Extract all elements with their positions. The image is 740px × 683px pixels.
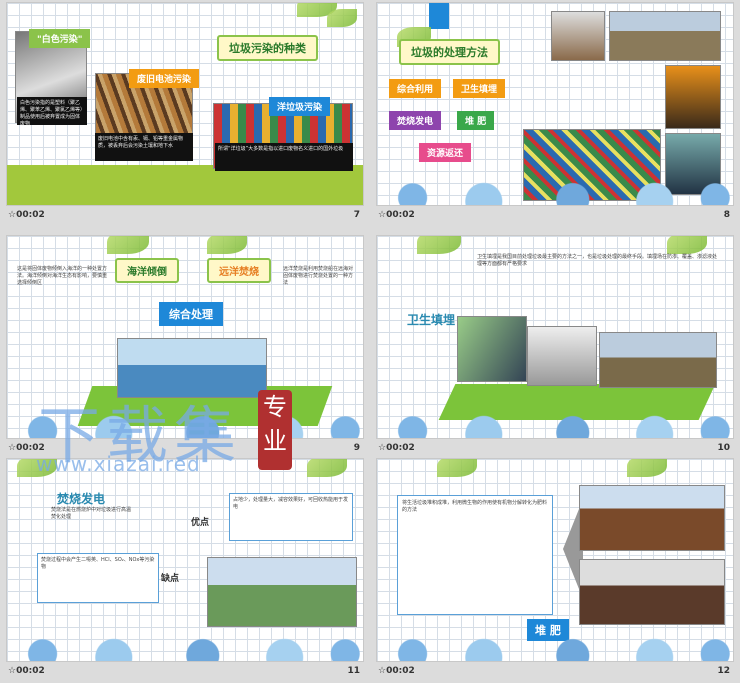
landfill-text: 卫生填埋是我国目前处理垃圾最主要的方法之一，也是垃圾处理的最终手段。填埋场在防渗… — [477, 254, 718, 267]
slide-8: 垃圾的处理方法 综合利用 卫生填埋 焚烧发电 堆 肥 资源返还 — [376, 2, 734, 206]
slide-status: 00:02 7 — [6, 208, 364, 224]
slide-number: 10 — [717, 443, 730, 453]
slide-12-thumb[interactable]: 将生活垃圾堆积成堆，利用微生物的作用使有机物分解转化为肥料的方法 堆 肥 00:… — [370, 456, 740, 683]
water-decoration — [377, 402, 733, 438]
slide-status: 00:02 12 — [376, 664, 734, 680]
slide-number: 11 — [347, 666, 360, 676]
slide-11-thumb[interactable]: 焚烧发电 焚烧法是在燃烧炉中对垃圾进行高温焚化处理 占地少，处理量大，减容效果好… — [0, 456, 370, 683]
method-landfill: 卫生填埋 — [453, 79, 506, 98]
slide-8-thumb[interactable]: 垃圾的处理方法 综合利用 卫生填埋 焚烧发电 堆 肥 资源返还 00:02 8 — [370, 0, 740, 227]
slide-11: 焚烧发电 焚烧法是在燃烧炉中对垃圾进行高温焚化处理 占地少，处理量大，减容效果好… — [6, 458, 364, 662]
slide-10-thumb[interactable]: 卫生填埋是我国目前处理垃圾最主要的方法之一，也是垃圾处理的最终手段。填埋场在防渗… — [370, 233, 740, 460]
incineration-subtitle: 焚烧法是在燃烧炉中对垃圾进行高温焚化处理 — [51, 507, 132, 520]
power-plant-photo — [207, 557, 357, 627]
slide-title: 垃圾污染的种类 — [217, 35, 318, 61]
water-decoration — [377, 169, 733, 205]
white-pollution-text: 白色污染指的是塑料（聚乙烯、聚苯乙烯、聚氯乙烯等）制品使用后被弃置成为固体废物 — [17, 97, 87, 127]
ocean-garbage-text: 所谓“洋垃圾”大多数是指以进口废物名义进口的国外垃圾 — [215, 143, 353, 171]
slide-7: "白色污染" 白色污染指的是塑料（聚乙烯、聚苯乙烯、聚氯乙烯等）制品使用后被弃置… — [6, 2, 364, 206]
slide-timing: 00:02 — [8, 210, 45, 220]
slide-number: 9 — [353, 443, 360, 453]
method-comprehensive: 综合利用 — [389, 79, 442, 98]
slide-number: 12 — [717, 666, 730, 676]
city-sunset-photo — [665, 65, 721, 129]
slide-timing: 00:02 — [378, 210, 415, 220]
slide-title: 卫生填埋 — [407, 313, 456, 327]
leaf-decoration — [307, 459, 347, 477]
ocean-dump-text: 这是将固体废物倾倒入海洋的一种处置方法。海洋倾倒对海洋生态有影响，要慎重选择倾倒… — [17, 266, 108, 286]
landfill-truck-photo — [609, 11, 721, 61]
slide-status: 00:02 10 — [376, 441, 734, 457]
far-sea-burn-label: 远洋焚烧 — [207, 258, 271, 283]
pros-text: 占地少，处理量大，减容效果好，可回收热能用于发电 — [229, 493, 353, 541]
leaf-decoration — [667, 236, 707, 254]
green-footer — [7, 165, 363, 205]
cons-text: 焚烧过程中会产生二噁英、HCl、SO₂、NOx等污染物 — [37, 553, 159, 603]
leaf-decoration — [437, 459, 477, 477]
leaf-decoration — [627, 459, 667, 477]
slide-timing: 00:02 — [378, 666, 415, 676]
slide-7-thumb[interactable]: "白色污染" 白色污染指的是塑料（聚乙烯、聚苯乙烯、聚氯乙烯等）制品使用后被弃置… — [0, 0, 370, 227]
method-incineration: 焚烧发电 — [389, 111, 442, 130]
slide-status: 00:02 11 — [6, 664, 364, 680]
phone-photo — [457, 316, 527, 382]
truck-photo — [599, 332, 717, 388]
slide-10: 卫生填埋是我国目前处理垃圾最主要的方法之一，也是垃圾处理的最终手段。填埋场在防渗… — [376, 235, 734, 439]
flag-decoration — [429, 3, 449, 29]
leaf-decoration — [207, 236, 247, 254]
ocean-garbage-label: 洋垃圾污染 — [269, 97, 331, 116]
white-pollution-label: "白色污染" — [29, 29, 91, 48]
method-resource-return: 资源返还 — [419, 143, 472, 162]
far-sea-burn-text: 远洋焚烧是利用焚烧船在远海对固体废物进行焚烧处置的一种方法 — [283, 266, 354, 286]
slide-status: 00:02 8 — [376, 208, 734, 224]
factory-photo — [551, 11, 605, 61]
pros-label: 优点 — [191, 518, 210, 528]
compost-text: 将生活垃圾堆积成堆，利用微生物的作用使有机物分解转化为肥料的方法 — [397, 495, 553, 615]
landfill-site-photo — [527, 326, 597, 386]
water-decoration — [377, 625, 733, 661]
leaf-decoration — [107, 236, 149, 254]
slide-title: 垃圾的处理方法 — [399, 39, 500, 65]
watermark-url: www.xiazai.red — [36, 452, 201, 476]
slide-timing: 00:02 — [8, 666, 45, 676]
method-compost: 堆 肥 — [457, 111, 495, 130]
ocean-dump-label: 海洋倾倒 — [115, 258, 179, 283]
battery-text: 废旧电池中含有汞、镉、铅等重金属物质，被丢弃后会污染土壤和地下水 — [95, 133, 193, 161]
compost-greenhouse-photo — [579, 559, 725, 625]
slide-number: 8 — [723, 210, 730, 220]
cons-label: 缺点 — [161, 574, 180, 584]
comprehensive-label: 综合处理 — [159, 302, 223, 326]
leaf-decoration — [417, 236, 461, 254]
leaf-decoration — [327, 9, 357, 27]
water-decoration — [7, 625, 363, 661]
watermark-seal: 专业 — [258, 390, 292, 470]
compost-pile-photo — [579, 485, 725, 551]
slide-timing: 00:02 — [378, 443, 415, 453]
slide-number: 7 — [353, 210, 360, 220]
battery-label: 废旧电池污染 — [129, 69, 200, 88]
slide-12: 将生活垃圾堆积成堆，利用微生物的作用使有机物分解转化为肥料的方法 堆 肥 — [376, 458, 734, 662]
